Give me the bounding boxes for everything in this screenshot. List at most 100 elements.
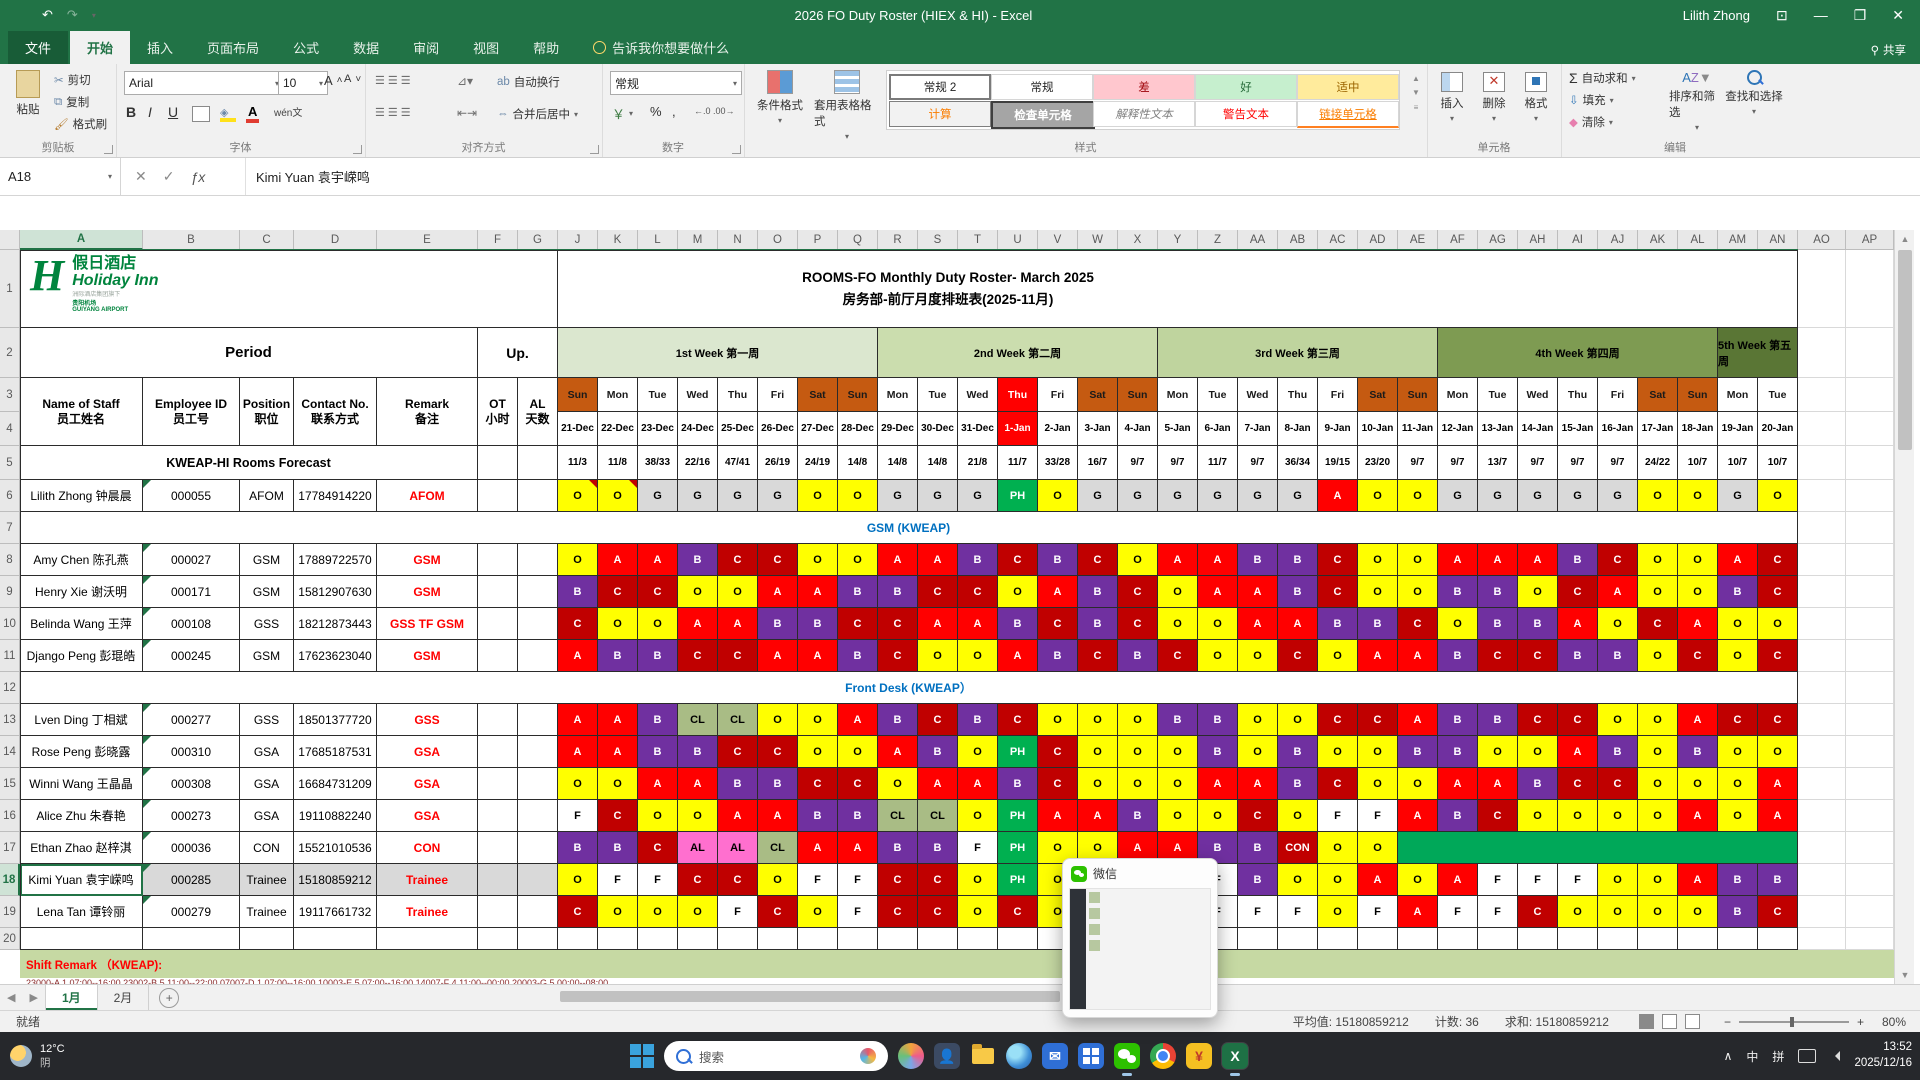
shift-cell[interactable]: A: [638, 544, 678, 576]
day-date-cell[interactable]: 31-Dec: [958, 412, 998, 446]
day-name-cell[interactable]: Fri: [1038, 378, 1078, 412]
col-header-K[interactable]: K: [598, 230, 638, 250]
shift-cell[interactable]: A: [758, 576, 798, 608]
shift-cell[interactable]: B: [1558, 640, 1598, 672]
staff-position-cell[interactable]: GSM: [240, 576, 294, 608]
empty-cell[interactable]: [1846, 608, 1894, 640]
staff-id-cell[interactable]: 000308: [143, 768, 240, 800]
ime-pinyin-icon[interactable]: 拼: [1772, 1048, 1784, 1065]
shift-cell[interactable]: C: [1758, 704, 1798, 736]
staff-position-cell[interactable]: AFOM: [240, 480, 294, 512]
row-header-1[interactable]: 1: [0, 250, 20, 328]
shift-cell[interactable]: C: [1038, 608, 1078, 640]
shift-cell[interactable]: A: [1318, 480, 1358, 512]
shift-cell[interactable]: C: [1318, 704, 1358, 736]
empty-cell[interactable]: [1798, 640, 1846, 672]
shift-cell[interactable]: C: [1478, 800, 1518, 832]
row-header-4[interactable]: 4: [0, 412, 20, 446]
shift-cell[interactable]: C: [1318, 544, 1358, 576]
empty-cell[interactable]: [558, 928, 598, 950]
empty-cell[interactable]: [1846, 328, 1894, 378]
shift-cell[interactable]: G: [918, 480, 958, 512]
shift-cell[interactable]: B: [1278, 736, 1318, 768]
shift-cell[interactable]: AL: [718, 832, 758, 864]
shift-cell[interactable]: C: [918, 704, 958, 736]
shift-cell[interactable]: O: [558, 864, 598, 896]
shift-cell[interactable]: B: [718, 768, 758, 800]
shift-cell[interactable]: O: [918, 640, 958, 672]
forecast-cell[interactable]: 33/28: [1038, 446, 1078, 480]
folder-icon[interactable]: [970, 1043, 996, 1069]
day-date-cell[interactable]: 27-Dec: [798, 412, 838, 446]
staff-position-cell[interactable]: GSA: [240, 768, 294, 800]
shift-cell[interactable]: O: [1518, 800, 1558, 832]
shift-cell[interactable]: C: [1518, 896, 1558, 928]
empty-cell[interactable]: [1798, 544, 1846, 576]
shift-cell[interactable]: O: [558, 544, 598, 576]
shift-cell[interactable]: B: [1518, 768, 1558, 800]
shift-cell[interactable]: O: [598, 480, 638, 512]
empty-cell[interactable]: [240, 928, 294, 950]
shift-cell[interactable]: C: [1758, 896, 1798, 928]
shift-cell[interactable]: O: [1598, 608, 1638, 640]
shift-cell[interactable]: C: [1038, 736, 1078, 768]
shift-cell[interactable]: O: [1638, 864, 1678, 896]
cut-button[interactable]: ✂剪切: [54, 72, 91, 88]
shift-cell[interactable]: O: [1318, 864, 1358, 896]
shift-cell[interactable]: C: [1678, 640, 1718, 672]
shift-cell[interactable]: G: [1558, 480, 1598, 512]
col-header-AN[interactable]: AN: [1758, 230, 1798, 250]
shift-cell[interactable]: B: [1238, 832, 1278, 864]
forecast-cell[interactable]: 9/7: [1118, 446, 1158, 480]
shift-cell[interactable]: O: [958, 736, 998, 768]
forecast-cell[interactable]: 19/15: [1318, 446, 1358, 480]
zoom-level[interactable]: 80%: [1872, 1015, 1906, 1029]
al-cell[interactable]: [518, 800, 558, 832]
empty-cell[interactable]: [1318, 928, 1358, 950]
shift-cell[interactable]: G: [718, 480, 758, 512]
col-header-C[interactable]: C: [240, 230, 294, 250]
shift-cell[interactable]: O: [1198, 640, 1238, 672]
day-date-cell[interactable]: 17-Jan: [1638, 412, 1678, 446]
account-name[interactable]: Lilith Zhong: [1683, 8, 1750, 23]
shift-cell[interactable]: O: [1638, 480, 1678, 512]
day-name-cell[interactable]: Fri: [1318, 378, 1358, 412]
cell-style-2[interactable]: 差: [1093, 74, 1195, 100]
conditional-formatting-button[interactable]: 条件格式▾: [754, 70, 806, 125]
mail-icon[interactable]: ✉: [1042, 1043, 1068, 1069]
shift-cell[interactable]: CL: [918, 800, 958, 832]
chrome-icon[interactable]: [1150, 1043, 1176, 1069]
shift-cell[interactable]: O: [1598, 864, 1638, 896]
col-header-L[interactable]: L: [638, 230, 678, 250]
col-header-M[interactable]: M: [678, 230, 718, 250]
page-break-view-icon[interactable]: [1685, 1014, 1700, 1029]
shift-cell[interactable]: B: [678, 736, 718, 768]
shift-cell[interactable]: O: [1158, 608, 1198, 640]
shift-cell[interactable]: C: [798, 768, 838, 800]
staff-remark-cell[interactable]: GSS: [377, 704, 478, 736]
shift-cell[interactable]: O: [1758, 480, 1798, 512]
shift-cell[interactable]: F: [1558, 864, 1598, 896]
formula-input[interactable]: Kimi Yuan 袁宇嵘鸣: [246, 158, 1920, 195]
col-header-AJ[interactable]: AJ: [1598, 230, 1638, 250]
select-all-button[interactable]: [0, 230, 20, 250]
comma-icon[interactable]: ,: [672, 104, 676, 119]
day-date-cell[interactable]: 12-Jan: [1438, 412, 1478, 446]
empty-cell[interactable]: [1518, 928, 1558, 950]
staff-contact-cell[interactable]: 17685187531: [294, 736, 377, 768]
shift-cell[interactable]: B: [838, 640, 878, 672]
shift-cell[interactable]: A: [598, 544, 638, 576]
fill-color-icon[interactable]: ◈: [220, 106, 236, 122]
save-icon[interactable]: [14, 8, 28, 22]
staff-name-cell[interactable]: Ethan Zhao 赵梓淇: [20, 832, 143, 864]
shift-cell[interactable]: C: [998, 704, 1038, 736]
shift-cell[interactable]: O: [1238, 704, 1278, 736]
shift-cell[interactable]: B: [598, 640, 638, 672]
col-header-AF[interactable]: AF: [1438, 230, 1478, 250]
empty-cell[interactable]: [1478, 928, 1518, 950]
day-name-cell[interactable]: Tue: [638, 378, 678, 412]
empty-cell[interactable]: [1398, 928, 1438, 950]
col-header-S[interactable]: S: [918, 230, 958, 250]
shift-cell[interactable]: B: [638, 640, 678, 672]
shift-cell[interactable]: C: [918, 896, 958, 928]
